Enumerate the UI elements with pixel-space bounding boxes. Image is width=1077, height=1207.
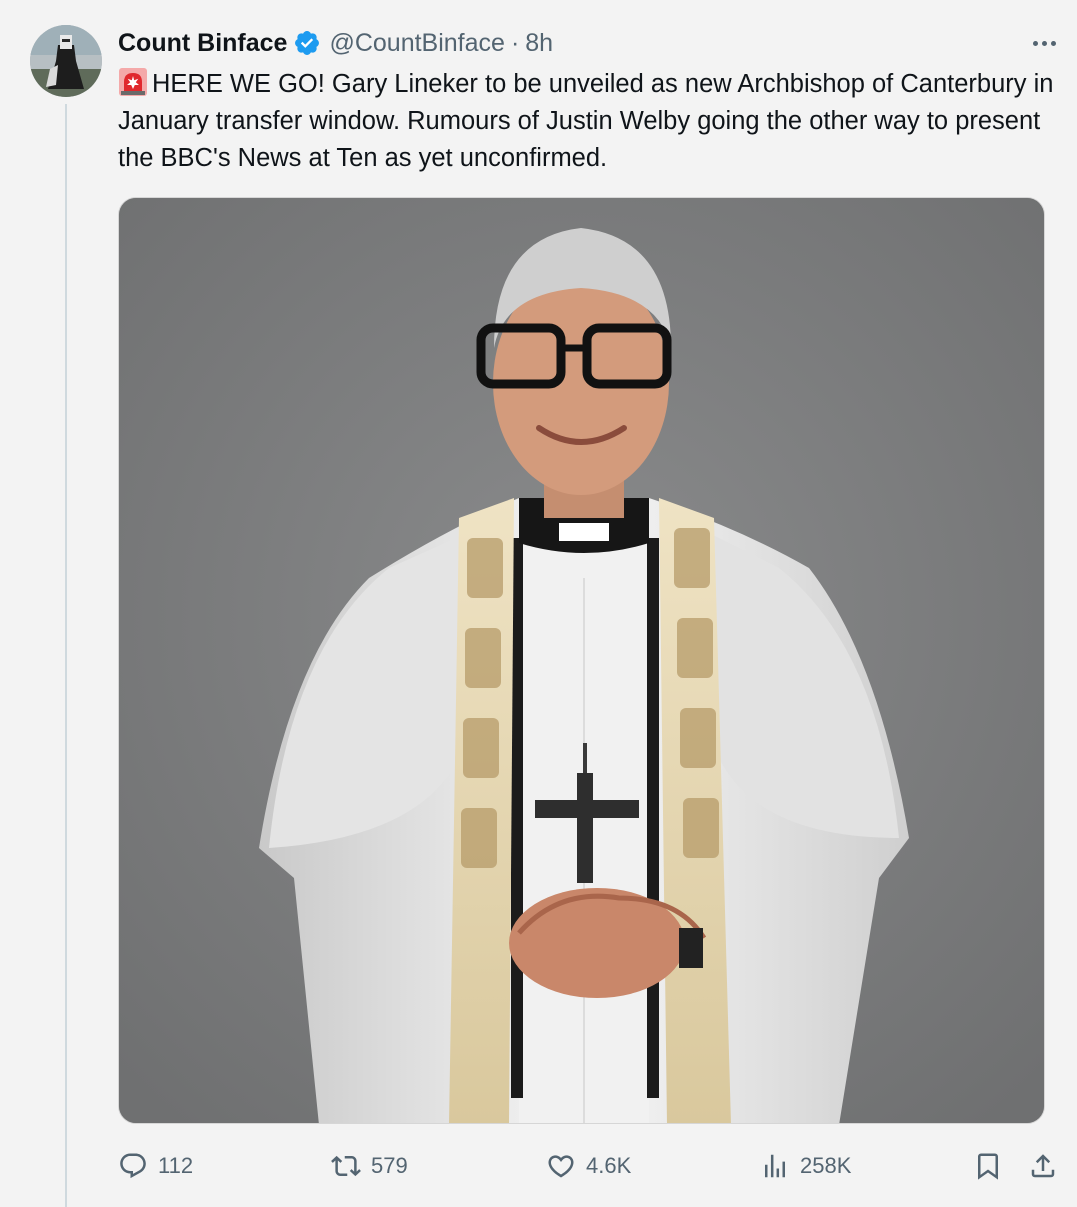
tweet-text: HERE WE GO! Gary Lineker to be unveiled … — [118, 66, 1058, 177]
tweet-body: HERE WE GO! Gary Lineker to be unveiled … — [118, 70, 1054, 172]
like-count: 4.6K — [586, 1153, 632, 1178]
siren-icon — [118, 67, 148, 97]
handle[interactable]: @CountBinface — [329, 29, 504, 58]
like-button[interactable]: 4.6K — [546, 1146, 631, 1186]
thread-line — [65, 104, 67, 1207]
bookmark-button[interactable] — [973, 1146, 1003, 1186]
reply-icon — [120, 1153, 146, 1179]
display-name[interactable]: Count Binface — [118, 29, 287, 58]
tweet-header: Count Binface @CountBinface · 8h — [118, 24, 553, 62]
retweet-count: 579 — [371, 1153, 408, 1178]
retweet-icon — [331, 1155, 361, 1177]
views-count: 258K — [800, 1153, 852, 1178]
more-icon[interactable] — [1026, 28, 1062, 58]
avatar[interactable] — [30, 25, 102, 97]
tweet-image[interactable] — [118, 197, 1045, 1124]
action-bar: 112 579 4.6K 258K — [118, 1146, 1063, 1186]
share-icon — [1031, 1154, 1055, 1178]
tweet: Count Binface @CountBinface · 8h HERE WE… — [0, 0, 1077, 1207]
like-icon — [548, 1155, 574, 1178]
timestamp[interactable]: 8h — [525, 29, 553, 58]
retweet-button[interactable]: 579 — [331, 1146, 408, 1186]
verified-badge-icon[interactable] — [293, 29, 321, 57]
views-icon — [765, 1154, 785, 1178]
reply-count: 112 — [158, 1153, 194, 1178]
reply-button[interactable]: 112 — [118, 1146, 193, 1186]
bookmark-icon — [978, 1153, 998, 1180]
views-button[interactable]: 258K — [760, 1146, 851, 1186]
share-button[interactable] — [1028, 1146, 1058, 1186]
separator-dot: · — [510, 28, 520, 57]
